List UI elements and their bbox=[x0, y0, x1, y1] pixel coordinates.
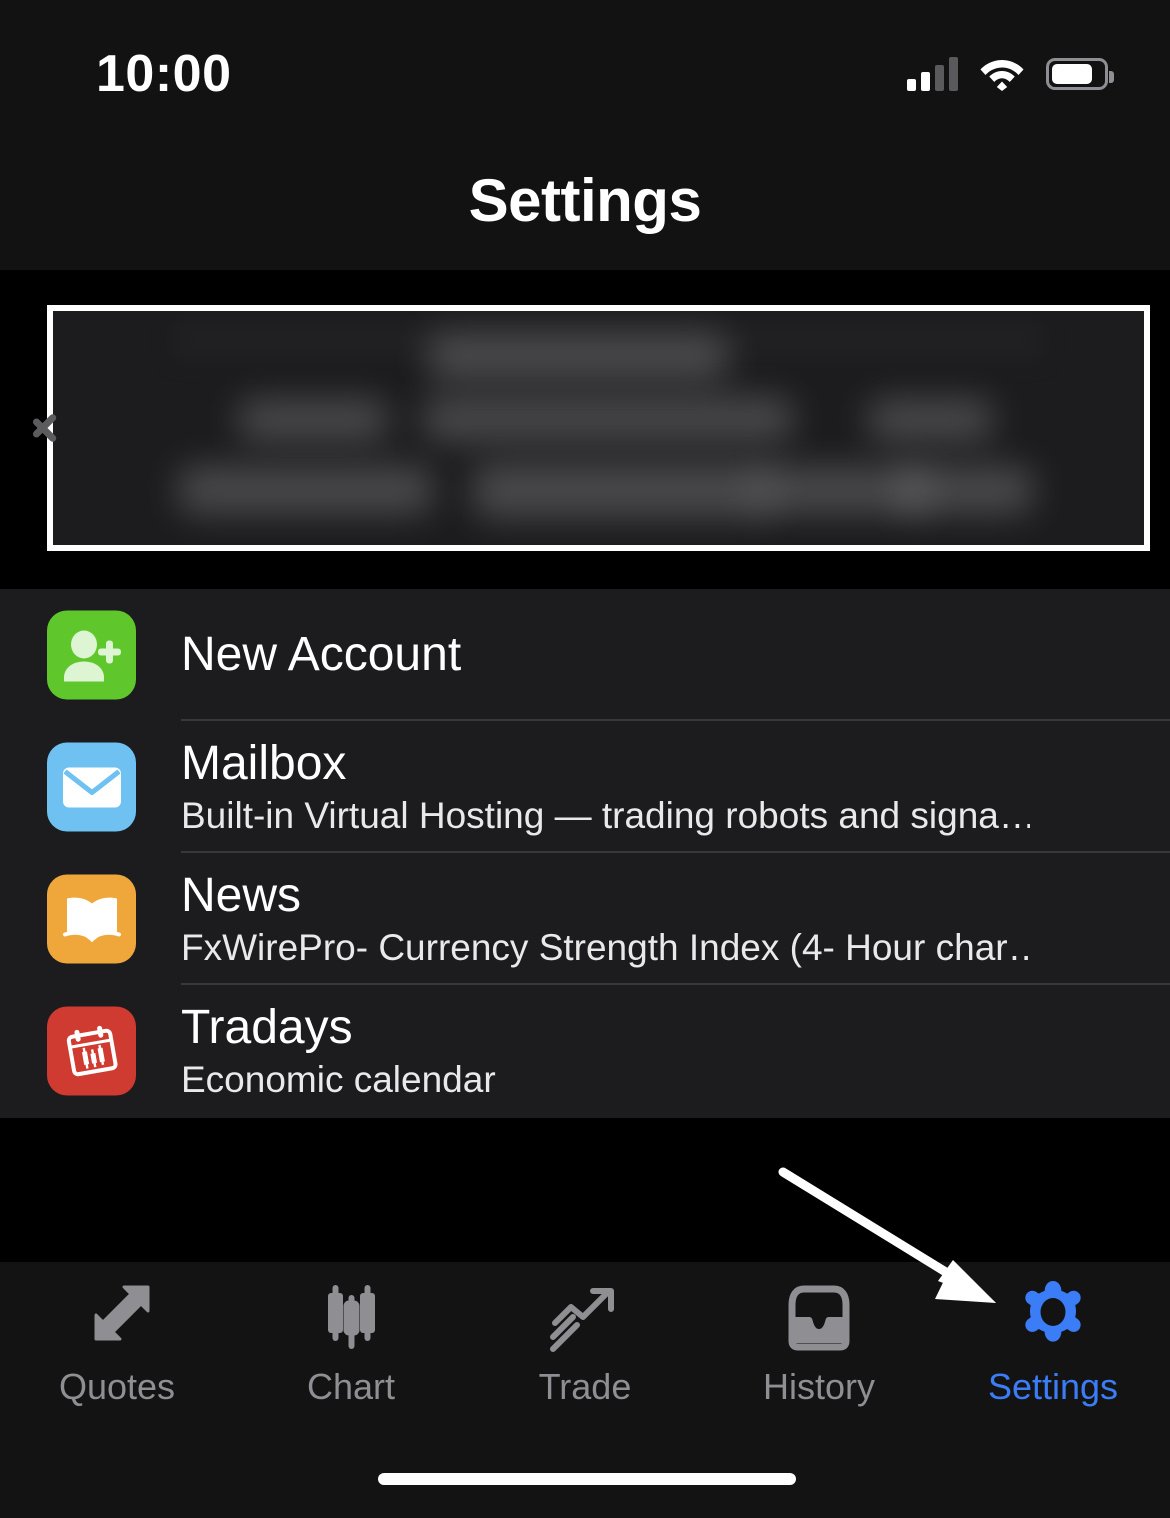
tab-label: Quotes bbox=[58, 1366, 176, 1407]
chevron-right-icon bbox=[29, 402, 63, 454]
trend-up-icon bbox=[547, 1278, 623, 1358]
tab-settings[interactable]: Settings bbox=[936, 1262, 1170, 1422]
gear-icon bbox=[1013, 1278, 1093, 1358]
cellular-signal-icon bbox=[907, 57, 958, 91]
tab-history[interactable]: History bbox=[702, 1262, 936, 1422]
tab-trade[interactable]: Trade bbox=[468, 1262, 702, 1422]
list-item-title: Tradays bbox=[181, 1001, 353, 1055]
list-item-subtitle: FxWirePro- Currency Strength Index (4- H… bbox=[181, 926, 1030, 968]
list-item-text: Mailbox Built-in Virtual Hosting — tradi… bbox=[181, 737, 1030, 837]
list-item-news[interactable]: News FxWirePro- Currency Strength Index … bbox=[0, 853, 1170, 985]
settings-list: New Account Mailbox Built-in Virtual Hos… bbox=[0, 589, 1170, 1118]
list-item-title: Mailbox bbox=[181, 737, 347, 791]
battery-icon bbox=[1046, 58, 1114, 90]
account-card-blurred-content bbox=[53, 311, 1144, 545]
status-bar: 10:00 bbox=[0, 0, 1170, 140]
tab-quotes[interactable]: Quotes bbox=[0, 1262, 234, 1422]
wifi-icon bbox=[980, 57, 1024, 91]
home-indicator bbox=[378, 1473, 796, 1485]
page-title: Settings bbox=[468, 167, 702, 234]
list-item-title: News bbox=[181, 869, 302, 923]
envelope-icon bbox=[47, 742, 136, 832]
tab-chart[interactable]: Chart bbox=[234, 1262, 468, 1422]
list-item-text: News FxWirePro- Currency Strength Index … bbox=[181, 869, 1030, 969]
status-bar-indicators bbox=[907, 52, 1114, 96]
status-bar-clock: 10:00 bbox=[96, 45, 232, 103]
open-book-icon bbox=[47, 874, 136, 964]
list-item-new-account[interactable]: New Account bbox=[0, 589, 1170, 721]
current-account-card[interactable] bbox=[47, 305, 1150, 551]
calendar-candlestick-icon bbox=[47, 1006, 136, 1096]
list-item-text: New Account bbox=[181, 628, 1030, 682]
candlestick-icon bbox=[314, 1278, 388, 1358]
list-item-mailbox[interactable]: Mailbox Built-in Virtual Hosting — tradi… bbox=[0, 721, 1170, 853]
list-item-tradays[interactable]: Tradays Economic calendar bbox=[0, 985, 1170, 1117]
list-item-title: New Account bbox=[181, 628, 462, 682]
tab-label: Chart bbox=[306, 1366, 396, 1407]
tab-label: Trade bbox=[538, 1366, 632, 1407]
main-content: New Account Mailbox Built-in Virtual Hos… bbox=[0, 270, 1170, 1118]
double-arrow-icon bbox=[78, 1278, 156, 1358]
inbox-tray-icon bbox=[782, 1278, 856, 1358]
tab-label: History bbox=[762, 1366, 875, 1407]
tab-label: Settings bbox=[987, 1366, 1119, 1407]
list-item-subtitle: Economic calendar bbox=[181, 1058, 496, 1100]
phone-screen: 10:00 Settings New Account Mailbox Built… bbox=[0, 0, 1170, 1518]
list-item-text: Tradays Economic calendar bbox=[181, 1001, 1030, 1101]
nav-bar: Settings bbox=[0, 140, 1170, 270]
list-item-subtitle: Built-in Virtual Hosting — trading robot… bbox=[181, 794, 1030, 836]
person-add-icon bbox=[47, 610, 136, 700]
